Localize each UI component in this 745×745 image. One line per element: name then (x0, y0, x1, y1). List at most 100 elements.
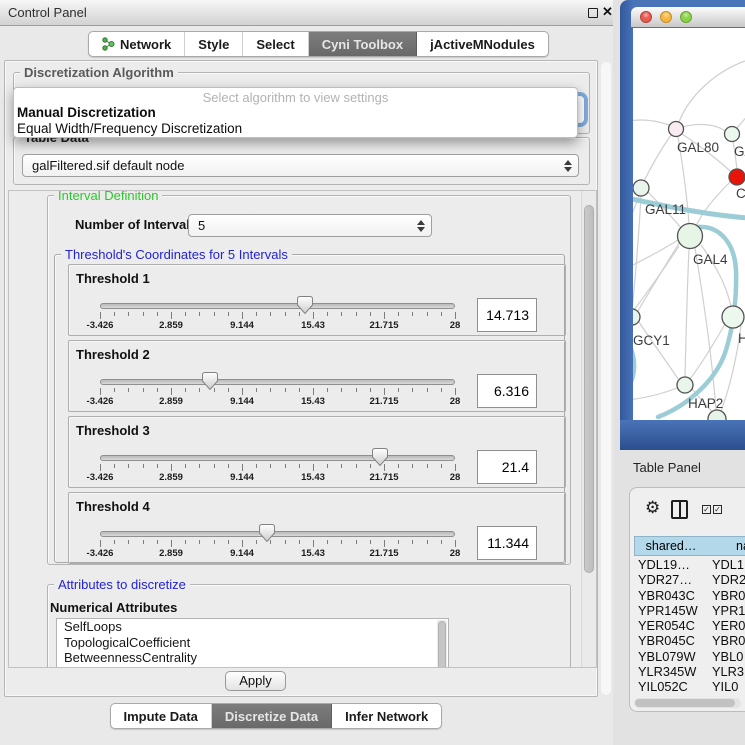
close-icon[interactable]: ✕ (602, 4, 613, 20)
slider-ticks (100, 464, 456, 472)
cell-name: YBR0 (712, 633, 745, 648)
cell-name: YBL0 (712, 649, 743, 664)
threshold-panel: Threshold 2-3.4262.8599.14415.4321.71528… (68, 340, 566, 412)
table-row[interactable]: YER054CYER0 (634, 618, 745, 633)
deselect-all-checkbox-icon[interactable]: ✓ (713, 505, 722, 514)
network-node[interactable] (669, 122, 684, 137)
tab-select[interactable]: Select (243, 32, 308, 56)
minimize-traffic-light-icon[interactable] (660, 11, 672, 23)
apply-button[interactable]: Apply (225, 671, 286, 691)
slider-ticks (100, 312, 456, 320)
scrollbar-thumb[interactable] (584, 205, 594, 573)
cell-name: YBR0 (712, 588, 745, 603)
algorithm-option[interactable]: Equal Width/Frequency Discretization (17, 121, 242, 136)
thresholds-group: Threshold's Coordinates for 5 Intervals … (54, 254, 565, 563)
tab-impute-data[interactable]: Impute Data (111, 704, 212, 728)
tab-network[interactable]: Network (89, 32, 185, 56)
table-row[interactable]: YIL052CYIL0 (634, 679, 745, 694)
columns-icon[interactable] (671, 500, 688, 519)
network-node[interactable] (725, 127, 740, 142)
threshold-slider-thumb[interactable] (372, 448, 388, 466)
table-column-header-shared[interactable]: shared… (634, 536, 708, 556)
network-node-label: GCY1 (633, 333, 670, 348)
float-icon[interactable] (588, 8, 598, 18)
threshold-slider-track[interactable] (100, 455, 455, 461)
tab-label: Network (120, 37, 171, 52)
network-node[interactable] (708, 410, 726, 420)
threshold-panel: Threshold 3-3.4262.8599.14415.4321.71528… (68, 416, 566, 488)
zoom-traffic-light-icon[interactable] (680, 11, 692, 23)
network-node-label: GAL80 (677, 140, 719, 155)
threshold-value-field[interactable]: 21.4 (477, 450, 537, 484)
network-edge[interactable] (644, 135, 671, 181)
tab-jactivemnodules[interactable]: jActiveMNodules (417, 32, 548, 56)
threshold-label: Threshold 3 (76, 423, 150, 438)
table-row[interactable]: YBR043CYBR0 (634, 588, 745, 603)
network-edge[interactable] (679, 61, 745, 122)
vertical-scrollbar[interactable] (581, 191, 596, 667)
threshold-value-field[interactable]: 11.344 (477, 526, 537, 560)
network-edge[interactable] (683, 124, 725, 131)
table-row[interactable]: YBL079WYBL0 (634, 649, 745, 664)
interval-definition-group: Interval Definition Number of Intervals … (47, 195, 571, 565)
table-horizontal-scrollbar[interactable] (634, 698, 741, 708)
numerical-attributes-list[interactable]: SelfLoopsTopologicalCoefficientBetweenne… (56, 618, 449, 668)
threshold-value-field[interactable]: 14.713 (477, 298, 537, 332)
threshold-slider-thumb[interactable] (202, 372, 218, 390)
network-edge[interactable] (696, 182, 730, 226)
network-node-label: GAL4 (693, 252, 728, 267)
network-node[interactable] (678, 224, 703, 249)
network-edge[interactable] (633, 120, 669, 125)
threshold-value-field[interactable]: 6.316 (477, 374, 537, 408)
close-traffic-light-icon[interactable] (640, 11, 652, 23)
network-window-titlebar[interactable] (631, 7, 745, 28)
network-edge[interactable] (737, 112, 745, 128)
table-column-header-name[interactable]: name (707, 536, 745, 556)
cell-name: YDL1 (712, 557, 744, 572)
bottom-tab-bar: Impute DataDiscretize DataInfer Network (110, 703, 443, 729)
table-row[interactable]: YLR345WYLR3 (634, 664, 745, 679)
gear-icon[interactable]: ⚙ (645, 498, 660, 518)
table-row[interactable]: YPR145WYPR1 (634, 603, 745, 618)
algorithm-option[interactable]: Manual Discretization (17, 105, 156, 120)
screenshot-root: Control Panel ✕ NetworkStyleSelectCyni T… (0, 0, 745, 745)
slider-tick-labels: -3.4262.8599.14415.4321.71528 (100, 320, 456, 332)
tab-discretize-data[interactable]: Discretize Data (212, 704, 332, 728)
attribute-list-item[interactable]: BetweennessCentrality (57, 650, 448, 666)
tab-style[interactable]: Style (185, 32, 243, 56)
network-edge[interactable] (685, 249, 689, 377)
table-row[interactable]: YDL19… YDL1 (634, 557, 745, 572)
table-data-combobox[interactable]: galFiltered.sif default node (22, 154, 579, 177)
network-frame-bottom (620, 420, 745, 450)
threshold-label: Threshold 2 (76, 347, 150, 362)
threshold-slider-track[interactable] (100, 531, 455, 537)
network-canvas[interactable]: GAL80GACGAL11GAL4GCY1HHAP2 (633, 28, 745, 420)
network-node[interactable] (729, 169, 745, 185)
table-row[interactable]: YBR045CYBR0 (634, 633, 745, 648)
tab-label: Cyni Toolbox (322, 37, 403, 52)
network-edge[interactable] (633, 240, 678, 268)
threshold-slider-track[interactable] (100, 379, 455, 385)
number-of-intervals-combobox[interactable]: 5 (188, 214, 432, 237)
slider-ticks (100, 388, 456, 396)
network-node[interactable] (633, 180, 649, 196)
network-edge[interactable] (633, 388, 677, 400)
network-node[interactable] (677, 377, 693, 393)
tab-label: Select (256, 37, 294, 52)
tab-cyni-toolbox[interactable]: Cyni Toolbox (309, 32, 417, 56)
list-scrollbar[interactable] (437, 620, 447, 668)
threshold-slider-track[interactable] (100, 303, 455, 309)
attribute-list-item[interactable]: SelfLoops (57, 619, 448, 635)
attribute-list-item[interactable]: TopologicalCoefficient (57, 635, 448, 651)
node-table: YDL19… YDL1YDR27…YDR2YBR043CYBR0YPR145WYP… (634, 557, 745, 694)
network-edge[interactable] (639, 322, 678, 379)
network-node[interactable] (722, 306, 744, 328)
cell-shared-name: YDL19… (638, 557, 690, 572)
tab-infer-network[interactable]: Infer Network (332, 704, 441, 728)
number-of-intervals-value: 5 (198, 218, 205, 233)
table-row[interactable]: YDR27…YDR2 (634, 572, 745, 587)
combo-stepper-icon (563, 160, 571, 172)
threshold-slider-thumb[interactable] (259, 524, 275, 542)
select-all-checkbox-icon[interactable]: ✓ (702, 505, 711, 514)
threshold-slider-thumb[interactable] (297, 296, 313, 314)
